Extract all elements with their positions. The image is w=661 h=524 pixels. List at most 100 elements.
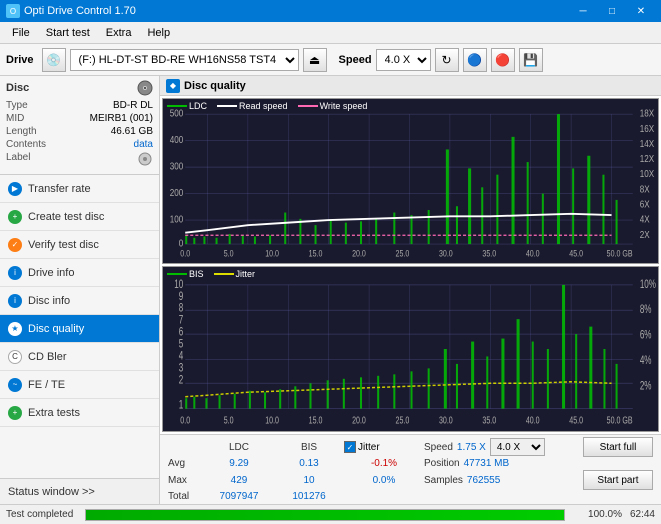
- ldc-color: [167, 105, 187, 107]
- legend-read-speed: Read speed: [217, 101, 288, 111]
- svg-text:300: 300: [170, 161, 183, 172]
- fe-te-label: FE / TE: [28, 379, 65, 391]
- svg-text:35.0: 35.0: [482, 249, 496, 259]
- svg-text:15.0: 15.0: [309, 414, 323, 426]
- cd-bler-icon: C: [8, 350, 22, 364]
- sidebar-item-extra-tests[interactable]: + Extra tests: [0, 399, 159, 427]
- sidebar-item-verify-test-disc[interactable]: ✓ Verify test disc: [0, 231, 159, 259]
- jitter-color: [214, 273, 234, 275]
- sidebar-item-cd-bler[interactable]: C CD Bler: [0, 343, 159, 371]
- speed-select[interactable]: 4.0 X: [376, 49, 431, 71]
- svg-text:10.0: 10.0: [265, 414, 279, 426]
- sidebar-item-fe-te[interactable]: ~ FE / TE: [0, 371, 159, 399]
- stats-headers: LDC BIS Jitter Speed 1.75 X 4.0 X Start …: [164, 437, 657, 457]
- app-title: Opti Drive Control 1.70: [24, 5, 136, 17]
- menu-extra[interactable]: Extra: [98, 22, 140, 44]
- maximize-button[interactable]: □: [598, 0, 626, 22]
- sidebar-item-drive-info[interactable]: i Drive info: [0, 259, 159, 287]
- bis-color: [167, 273, 187, 275]
- jitter-checkbox[interactable]: [344, 441, 356, 453]
- avg-jitter: -0.1%: [344, 458, 424, 469]
- disc-type-row: Type BD-R DL: [6, 99, 153, 112]
- svg-text:2: 2: [179, 374, 184, 387]
- sidebar: Disc Type BD-R DL MID MEIRB1 (001) Lengt…: [0, 76, 160, 504]
- right-buttons: Start full: [583, 437, 653, 457]
- minimize-button[interactable]: ─: [569, 0, 597, 22]
- close-button[interactable]: ✕: [627, 0, 655, 22]
- svg-text:2%: 2%: [640, 380, 652, 393]
- legend-ldc: LDC: [167, 101, 207, 111]
- chart-bis: BIS Jitter: [162, 266, 659, 432]
- avg-label: Avg: [168, 458, 204, 469]
- sidebar-item-create-test-disc[interactable]: + Create test disc: [0, 203, 159, 231]
- svg-text:0.0: 0.0: [180, 249, 190, 259]
- disc-mid-row: MID MEIRB1 (001): [6, 112, 153, 125]
- drive-select[interactable]: (F:) HL-DT-ST BD-RE WH16NS58 TST4: [70, 49, 299, 71]
- charts-area: LDC Read speed Write speed: [160, 96, 661, 434]
- avg-row: Avg 9.29 0.13 -0.1% Position 47731 MB: [164, 458, 657, 469]
- fe-te-icon: ~: [8, 378, 22, 392]
- sidebar-item-transfer-rate[interactable]: ▶ Transfer rate: [0, 175, 159, 203]
- chart-ldc: LDC Read speed Write speed: [162, 98, 659, 264]
- menu-file[interactable]: File: [4, 22, 38, 44]
- start-full-button[interactable]: Start full: [583, 437, 653, 457]
- progress-text: 100.0%: [577, 509, 622, 520]
- legend-jitter: Jitter: [214, 269, 256, 279]
- speed-select[interactable]: 4.0 X: [490, 438, 545, 456]
- transfer-rate-label: Transfer rate: [28, 183, 91, 195]
- eject-button[interactable]: ⏏: [303, 48, 327, 72]
- settings-button[interactable]: 🔴: [491, 48, 515, 72]
- speed-area: Speed 1.75 X 4.0 X: [424, 438, 583, 456]
- create-test-disc-label: Create test disc: [28, 211, 104, 223]
- svg-text:16X: 16X: [640, 123, 654, 134]
- position-val: 47731 MB: [464, 458, 510, 469]
- transfer-rate-icon: ▶: [8, 182, 22, 196]
- start-part-button[interactable]: Start part: [583, 470, 653, 490]
- position-area: Position 47731 MB: [424, 458, 583, 469]
- position-label: Position: [424, 458, 460, 469]
- svg-text:1: 1: [179, 399, 184, 412]
- max-jitter: 0.0%: [344, 475, 424, 486]
- svg-text:50.0 GB: 50.0 GB: [607, 414, 633, 426]
- time-text: 62:44: [630, 509, 655, 520]
- svg-text:200: 200: [170, 187, 183, 198]
- status-window-button[interactable]: Status window >>: [0, 478, 159, 504]
- status-bar: Test completed 100.0% 62:44: [0, 504, 661, 524]
- toolbar: Drive 💿 (F:) HL-DT-ST BD-RE WH16NS58 TST…: [0, 44, 661, 76]
- disc-quality-title: Disc quality: [184, 80, 246, 92]
- drive-label: Drive: [6, 54, 34, 66]
- window-controls: ─ □ ✕: [569, 0, 655, 22]
- avg-bis: 0.13: [274, 458, 344, 469]
- samples-label: Samples: [424, 475, 463, 486]
- svg-text:4%: 4%: [640, 355, 652, 368]
- legend-write-speed: Write speed: [298, 101, 368, 111]
- disc-quality-header: ◆ Disc quality: [160, 76, 661, 96]
- title-bar-left: O Opti Drive Control 1.70: [6, 4, 136, 18]
- menu-start-test[interactable]: Start test: [38, 22, 98, 44]
- total-label: Total: [168, 491, 204, 502]
- sidebar-item-disc-info[interactable]: i Disc info: [0, 287, 159, 315]
- disc-length-row: Length 46.61 GB: [6, 125, 153, 138]
- samples-val: 762555: [467, 475, 500, 486]
- speed-label: Speed: [339, 54, 372, 66]
- main-layout: Disc Type BD-R DL MID MEIRB1 (001) Lengt…: [0, 76, 661, 504]
- nav-items: ▶ Transfer rate + Create test disc ✓ Ver…: [0, 175, 159, 478]
- sidebar-item-disc-quality[interactable]: ★ Disc quality: [0, 315, 159, 343]
- disc-contents-row: Contents data: [6, 138, 153, 151]
- disc-button[interactable]: 🔵: [463, 48, 487, 72]
- disc-panel: Disc Type BD-R DL MID MEIRB1 (001) Lengt…: [0, 76, 159, 175]
- svg-text:30.0: 30.0: [439, 249, 453, 259]
- samples-area: Samples 762555: [424, 475, 583, 486]
- menu-help[interactable]: Help: [139, 22, 178, 44]
- drive-icon-btn[interactable]: 💿: [42, 48, 66, 72]
- extra-tests-icon: +: [8, 406, 22, 420]
- bis-header: BIS: [274, 442, 344, 453]
- create-test-disc-icon: +: [8, 210, 22, 224]
- disc-quality-label: Disc quality: [28, 323, 84, 335]
- refresh-button[interactable]: ↻: [435, 48, 459, 72]
- save-button[interactable]: 💾: [519, 48, 543, 72]
- svg-text:15.0: 15.0: [309, 249, 323, 259]
- svg-text:50.0 GB: 50.0 GB: [607, 249, 633, 259]
- svg-text:0: 0: [179, 238, 183, 249]
- max-ldc: 429: [204, 475, 274, 486]
